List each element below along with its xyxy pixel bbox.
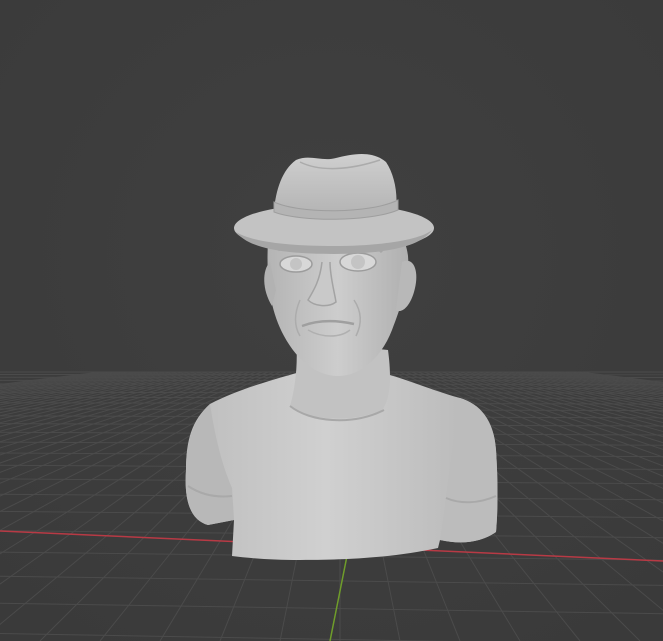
viewport-scene[interactable]: [0, 0, 663, 641]
right-pupil: [351, 255, 365, 269]
3d-viewport[interactable]: [0, 0, 663, 641]
left-pupil: [290, 258, 302, 270]
